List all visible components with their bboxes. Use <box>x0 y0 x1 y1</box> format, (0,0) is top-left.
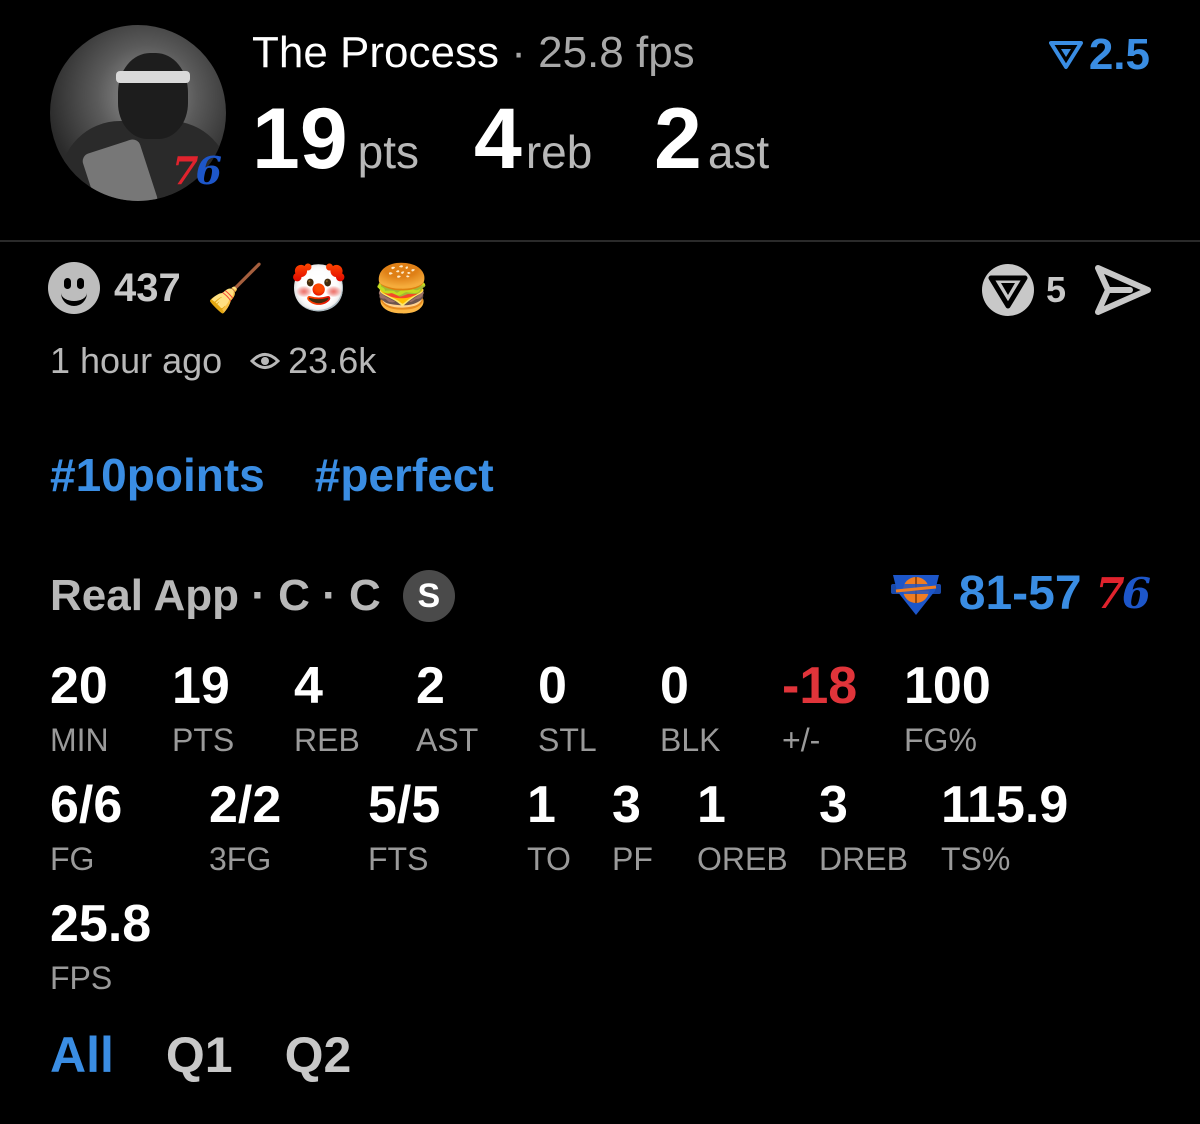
knicks-logo-icon <box>890 574 941 615</box>
lead-stat-ast: 2 ast <box>654 91 770 187</box>
reaction-count: 437 <box>114 265 181 310</box>
line-arrow-icon <box>1048 41 1083 69</box>
view-count: 23.6k <box>250 340 376 382</box>
broom-emoji[interactable]: 🧹 <box>207 265 264 311</box>
stat-fg: 6/6 FG <box>50 776 123 877</box>
avatar-headband <box>116 71 190 83</box>
sixers-logo-icon: 76 <box>1095 569 1151 618</box>
tab-q1[interactable]: Q1 <box>166 1026 233 1084</box>
stat-ts-pct: 115.9 TS% <box>941 776 1069 877</box>
game-source-label: Real App · C · C <box>50 571 381 620</box>
tab-q2[interactable]: Q2 <box>285 1026 352 1084</box>
hashtag[interactable]: #perfect <box>315 448 494 502</box>
post-meta: 1 hour ago 23.6k <box>50 340 376 382</box>
stat-oreb: 1 OREB <box>697 776 788 877</box>
stat-pf: 3 PF <box>612 776 653 877</box>
game-source: Real App · C · C S <box>50 570 455 622</box>
stat-fts: 5/5 FTS <box>368 776 441 877</box>
lead-stat-reb: 4reb <box>474 91 593 187</box>
avatar-head <box>118 53 188 139</box>
vote-count: 5 <box>1045 269 1066 310</box>
stat-min: 20 MIN <box>50 657 109 758</box>
line-value: 2.5 <box>1088 30 1150 79</box>
player-title: The Process · 25.8 fps <box>252 28 695 78</box>
game-score[interactable]: 81-57 76 <box>887 566 1151 621</box>
tab-all[interactable]: All <box>50 1026 114 1084</box>
quarter-tabs: All Q1 Q2 <box>50 1026 351 1084</box>
burger-emoji[interactable]: 🍔 <box>373 265 430 311</box>
stat-dreb: 3 DREB <box>819 776 908 877</box>
vote-icon[interactable] <box>980 262 1036 318</box>
stat-ast: 2 AST <box>416 657 479 758</box>
reactions-row: 437 🧹 🤡 🍔 <box>48 262 431 314</box>
stat-plus-minus: -18 +/- <box>782 657 858 758</box>
stat-reb: 4 REB <box>294 657 360 758</box>
starter-badge: S <box>402 570 455 622</box>
title-separator: · <box>511 28 526 77</box>
share-send-icon[interactable] <box>1094 264 1152 316</box>
clown-emoji[interactable]: 🤡 <box>290 265 347 311</box>
smiley-react-icon[interactable] <box>48 262 100 314</box>
player-name[interactable]: The Process <box>252 28 499 77</box>
stat-pts: 19 PTS <box>172 657 235 758</box>
stat-fg-pct: 100 FG% <box>904 657 991 758</box>
line-indicator[interactable]: 2.5 <box>1048 30 1150 80</box>
stat-to: 1 TO <box>527 776 571 877</box>
post-time: 1 hour ago <box>50 340 223 381</box>
stat-3fg: 2/2 3FG <box>209 776 282 877</box>
hashtag-list: #10points #perfect <box>50 448 494 502</box>
header-divider <box>0 240 1200 242</box>
stat-fps: 25.8 FPS <box>50 895 152 996</box>
player-fps: 25.8 fps <box>538 28 695 77</box>
lead-stat-pts: 19 pts <box>252 91 420 187</box>
hashtag[interactable]: #10points <box>50 448 265 502</box>
sixers-logo-icon: 76 <box>172 148 222 193</box>
eye-icon <box>250 353 281 369</box>
stat-blk: 0 BLK <box>660 657 721 758</box>
stat-stl: 0 STL <box>538 657 597 758</box>
post-actions: 5 <box>980 262 1152 318</box>
score-value: 81-57 <box>958 567 1082 620</box>
